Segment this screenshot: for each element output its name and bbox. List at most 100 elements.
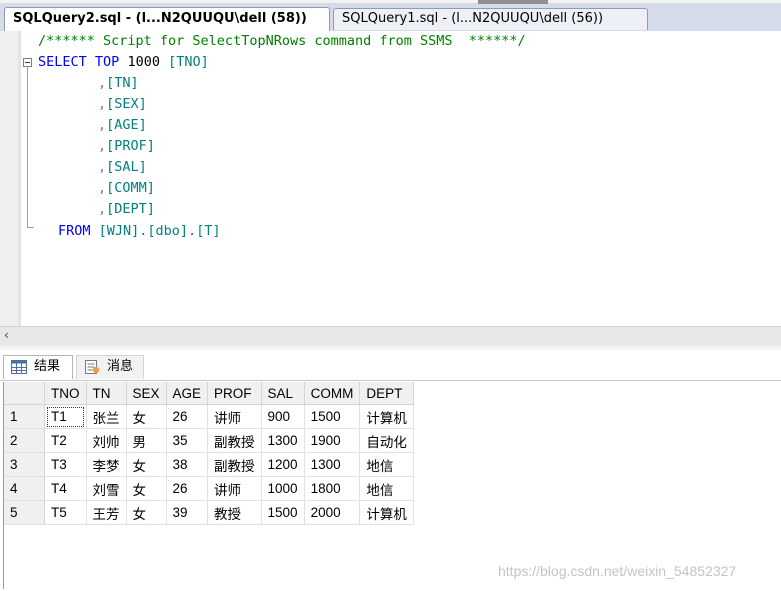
- results-table: TNO TN SEX AGE PROF SAL COMM DEPT 1 T1 张兰女 26 讲师 900…: [4, 382, 414, 525]
- cell-dept[interactable]: 自动化: [359, 428, 414, 453]
- tab-results-label: 结果: [34, 359, 61, 374]
- row-number[interactable]: 4: [4, 476, 45, 501]
- cell-dept[interactable]: 地信: [359, 476, 414, 501]
- cell-tn[interactable]: 刘雪: [86, 476, 127, 501]
- column-identifier: [TN]: [106, 75, 139, 91]
- tab-bar-top-line: [0, 0, 781, 3]
- table-row[interactable]: 3 T3 李梦女 38 副教授 1200 1300 地信: [4, 452, 414, 477]
- column-header-tn[interactable]: TN: [86, 382, 127, 405]
- editor-horizontal-scrollbar[interactable]: ‹: [0, 326, 781, 346]
- grid-corner[interactable]: [4, 382, 45, 405]
- code-comment: /****** Script for SelectTopNRows comman…: [38, 33, 526, 49]
- cell-comm[interactable]: 1300: [304, 452, 361, 477]
- results-grid[interactable]: TNO TN SEX AGE PROF SAL COMM DEPT 1 T1 张兰女 26 讲师 900…: [3, 382, 780, 589]
- cell-prof[interactable]: 教授: [207, 500, 262, 525]
- column-header-prof[interactable]: PROF: [207, 382, 262, 405]
- cell-sex[interactable]: 女: [126, 452, 167, 477]
- top-scroll-indicator[interactable]: [478, 0, 548, 4]
- row-number[interactable]: 1: [4, 404, 45, 429]
- cell-prof[interactable]: 副教授: [207, 428, 262, 453]
- gutter-bar: [18, 31, 21, 326]
- column-header-dept[interactable]: DEPT: [359, 382, 414, 405]
- cell-prof[interactable]: 讲师: [207, 404, 262, 429]
- query-editor[interactable]: /****** Script for SelectTopNRows comman…: [0, 31, 781, 326]
- tab-sqlquery2[interactable]: SQLQuery2.sql - (l...N2QUUQU\dell (58)): [4, 7, 330, 31]
- tab-sqlquery1[interactable]: SQLQuery1.sql - (l...N2QUUQU\dell (56)): [333, 8, 648, 30]
- result-tab-bar: 结果 消息: [0, 350, 781, 381]
- keyword-from: FROM: [58, 223, 91, 239]
- code-line-select: SELECT TOP 1000 [TNO]: [38, 52, 209, 73]
- keyword-top: TOP: [94, 54, 120, 70]
- row-number[interactable]: 5: [4, 500, 45, 525]
- cell-sal[interactable]: 900: [261, 404, 305, 429]
- column-header-sex[interactable]: SEX: [126, 382, 167, 405]
- cell-prof[interactable]: 讲师: [207, 476, 262, 501]
- code-line-column: ,[AGE]: [98, 117, 147, 133]
- cell-tno[interactable]: T5: [44, 500, 87, 525]
- table-row[interactable]: 2 T2 刘帅男 35 副教授 1300 1900 自动化: [4, 428, 414, 453]
- cell-sal[interactable]: 1000: [261, 476, 305, 501]
- column-header-sal[interactable]: SAL: [261, 382, 305, 405]
- tab-messages-label: 消息: [107, 359, 134, 374]
- table-identifier: [WJN].[dbo].[T]: [98, 223, 221, 239]
- code-line-column: ,[TN]: [98, 75, 139, 91]
- cell-sex[interactable]: 女: [126, 476, 167, 501]
- cell-sal[interactable]: 1300: [261, 428, 305, 453]
- grid-header-row: TNO TN SEX AGE PROF SAL COMM DEPT: [4, 382, 414, 405]
- cell-sex[interactable]: 男: [126, 428, 167, 453]
- cell-prof[interactable]: 副教授: [207, 452, 262, 477]
- cell-sex[interactable]: 女: [126, 404, 167, 429]
- cell-comm[interactable]: 1800: [304, 476, 361, 501]
- cell-age[interactable]: 38: [166, 452, 209, 477]
- code-line-column: ,[DEPT]: [98, 201, 155, 217]
- row-number[interactable]: 3: [4, 452, 45, 477]
- column-identifier: [COMM]: [106, 180, 155, 196]
- cell-age[interactable]: 26: [166, 404, 209, 429]
- collapse-icon[interactable]: [23, 58, 32, 67]
- cell-tno[interactable]: T1: [44, 404, 87, 429]
- code-line-column: ,[PROF]: [98, 138, 155, 154]
- code-line-column: ,[COMM]: [98, 180, 155, 196]
- cell-comm[interactable]: 1900: [304, 428, 361, 453]
- cell-dept[interactable]: 地信: [359, 452, 414, 477]
- cell-dept[interactable]: 计算机: [359, 404, 414, 429]
- fold-guide-line: [27, 67, 28, 228]
- cell-age[interactable]: 26: [166, 476, 209, 501]
- tab-messages[interactable]: 消息: [76, 355, 144, 379]
- cell-tn[interactable]: 王芳: [86, 500, 127, 525]
- top-count: 1000: [127, 54, 160, 70]
- column-identifier: [PROF]: [106, 138, 155, 154]
- cell-tn[interactable]: 张兰: [86, 404, 127, 429]
- cell-comm[interactable]: 1500: [304, 404, 361, 429]
- cell-dept[interactable]: 计算机: [359, 500, 414, 525]
- table-row[interactable]: 4 T4 刘雪女 26 讲师 1000 1800 地信: [4, 476, 414, 501]
- column-identifier: [DEPT]: [106, 201, 155, 217]
- column-header-age[interactable]: AGE: [166, 382, 209, 405]
- cell-tno[interactable]: T2: [44, 428, 87, 453]
- cell-tno[interactable]: T3: [44, 452, 87, 477]
- tab-results[interactable]: 结果: [3, 355, 73, 379]
- table-row[interactable]: 5 T5 王芳女 39 教授 1500 2000 计算机: [4, 500, 414, 525]
- document-tab-bar: SQLQuery2.sql - (l...N2QUUQU\dell (58)) …: [0, 0, 781, 31]
- cell-age[interactable]: 35: [166, 428, 209, 453]
- cell-tn[interactable]: 刘帅: [86, 428, 127, 453]
- code-line-comment: /****** Script for SelectTopNRows comman…: [38, 31, 526, 52]
- cell-tn[interactable]: 李梦: [86, 452, 127, 477]
- column-header-comm[interactable]: COMM: [304, 382, 361, 405]
- cell-sal[interactable]: 1500: [261, 500, 305, 525]
- column-tno: [TNO]: [168, 54, 209, 70]
- message-icon: [85, 360, 100, 374]
- table-row[interactable]: 1 T1 张兰女 26 讲师 900 1500 计算机: [4, 404, 414, 429]
- cell-sex[interactable]: 女: [126, 500, 167, 525]
- cell-tno[interactable]: T4: [44, 476, 87, 501]
- code-line-column: ,[SEX]: [98, 96, 147, 112]
- cell-sal[interactable]: 1200: [261, 452, 305, 477]
- keyword-select: SELECT: [38, 54, 87, 70]
- code-line-column: ,[SAL]: [98, 159, 147, 175]
- scroll-left-icon[interactable]: ‹: [4, 328, 9, 342]
- column-identifier: [AGE]: [106, 117, 147, 133]
- column-header-tno[interactable]: TNO: [44, 382, 87, 405]
- row-number[interactable]: 2: [4, 428, 45, 453]
- cell-comm[interactable]: 2000: [304, 500, 361, 525]
- cell-age[interactable]: 39: [166, 500, 209, 525]
